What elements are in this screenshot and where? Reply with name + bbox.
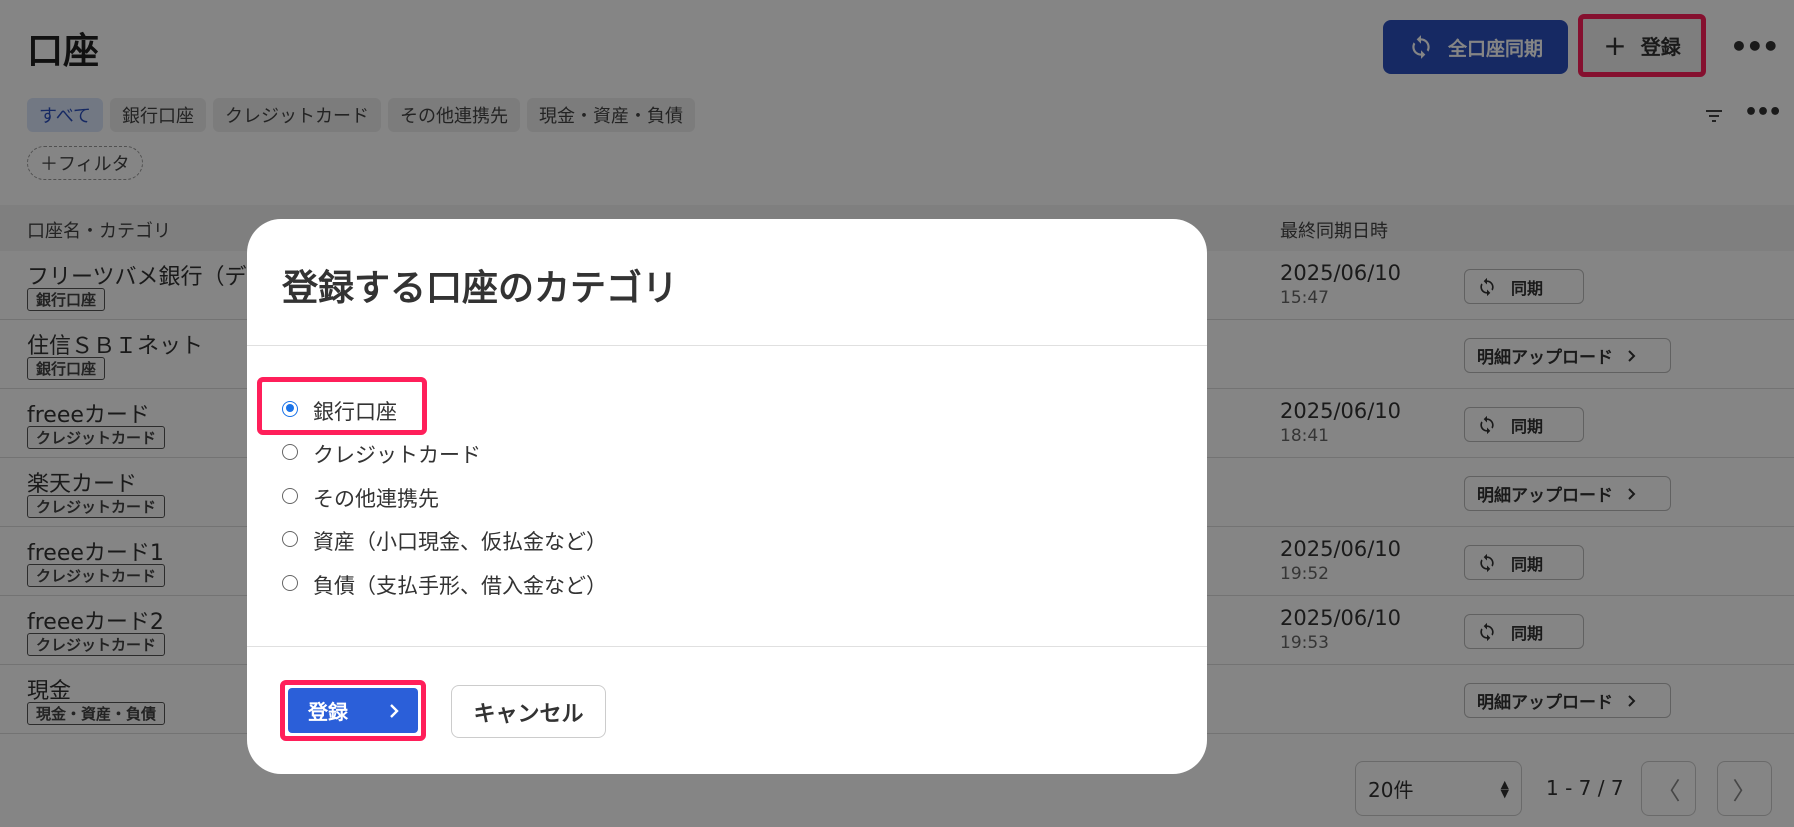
option-label: 銀行口座 [313, 399, 397, 424]
option-liabilities[interactable]: 負債（支払手形、借入金など） [282, 563, 607, 607]
chevron-right-icon [390, 703, 399, 718]
option-label: 資産（小口現金、仮払金など） [313, 530, 607, 555]
option-label: その他連携先 [313, 486, 439, 511]
category-modal: 登録する口座のカテゴリ 銀行口座 クレジットカード その他連携先 資産（小口現金… [247, 219, 1207, 774]
modal-title: 登録する口座のカテゴリ [282, 268, 679, 309]
modal-register-label: 登録 [308, 700, 348, 724]
radio-credit-card[interactable] [282, 444, 298, 461]
radio-other[interactable] [282, 487, 298, 504]
radio-liabilities[interactable] [282, 574, 298, 591]
radio-bank[interactable] [282, 400, 298, 417]
radio-assets[interactable] [282, 531, 298, 548]
option-assets[interactable]: 資産（小口現金、仮払金など） [282, 520, 607, 564]
option-credit-card[interactable]: クレジットカード [282, 433, 607, 477]
modal-cancel-button[interactable]: キャンセル [451, 685, 606, 738]
modal-divider [247, 345, 1207, 346]
category-options: 銀行口座 クレジットカード その他連携先 資産（小口現金、仮払金など） 負債（支… [282, 389, 607, 607]
option-bank[interactable]: 銀行口座 [282, 389, 607, 433]
modal-divider [247, 646, 1207, 647]
modal-register-highlight: 登録 [280, 680, 426, 741]
option-label: 負債（支払手形、借入金など） [313, 573, 607, 598]
modal-register-button[interactable]: 登録 [288, 688, 418, 733]
option-other[interactable]: その他連携先 [282, 476, 607, 520]
option-label: クレジットカード [313, 443, 481, 468]
